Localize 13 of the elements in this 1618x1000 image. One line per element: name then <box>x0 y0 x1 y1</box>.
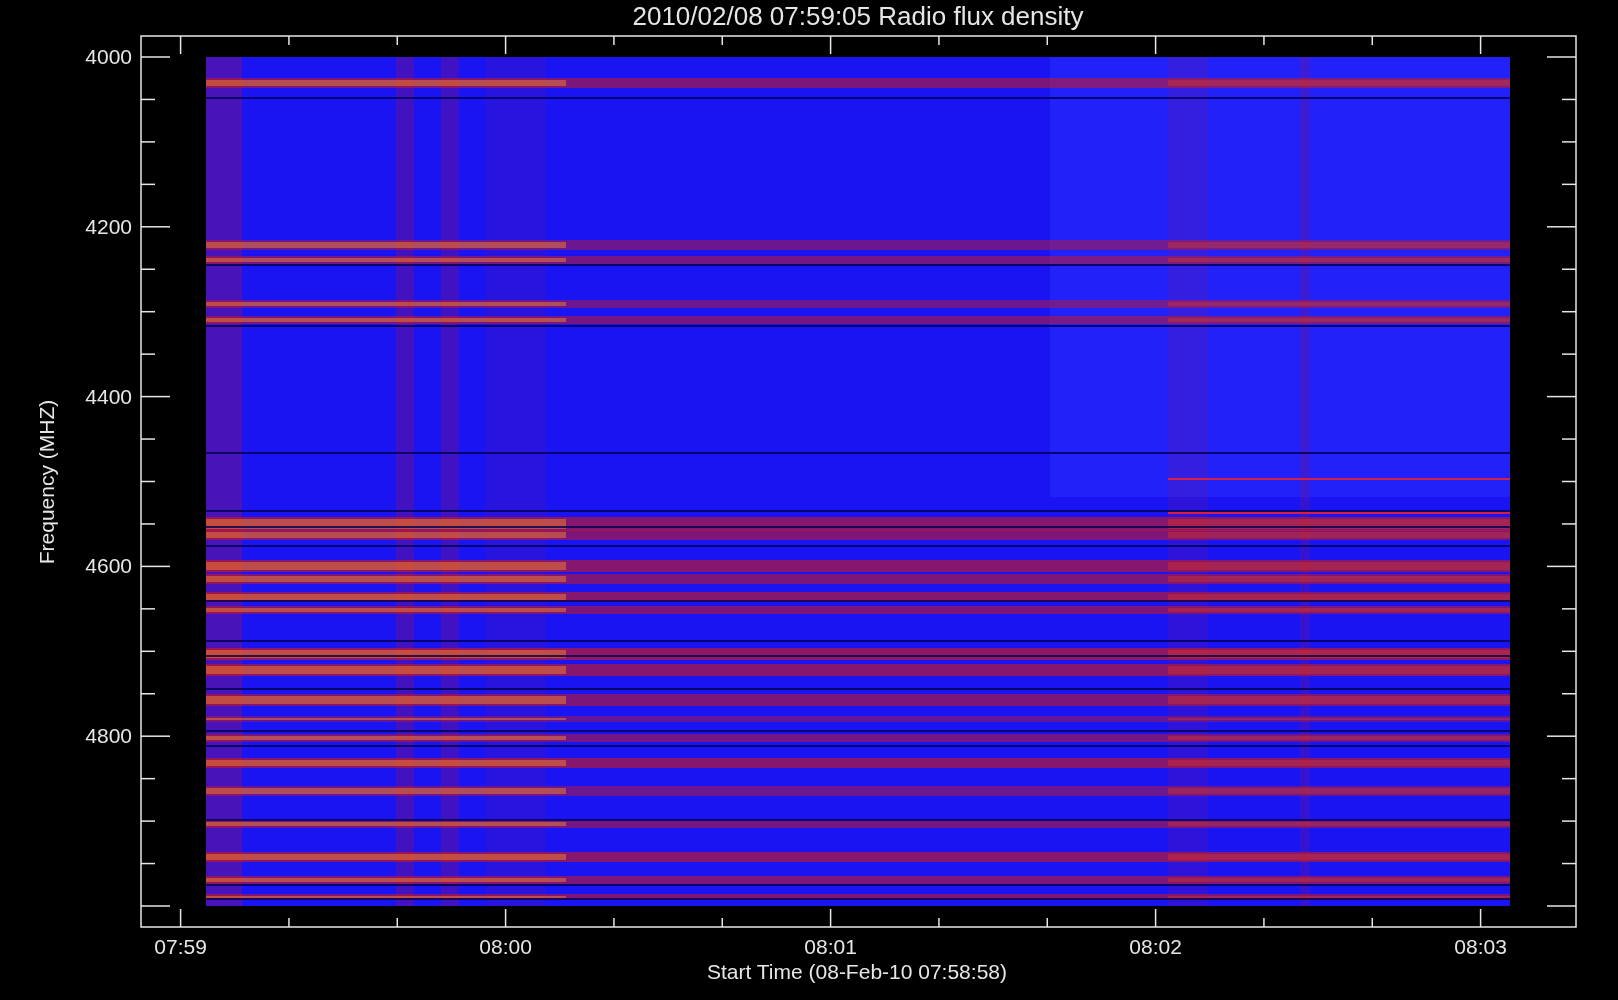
x-tick-label: 07:59 <box>154 935 207 958</box>
chart-title: 2010/02/08 07:59:05 Radio flux density <box>632 1 1084 31</box>
x-axis-label: Start Time (08-Feb-10 07:58:58) <box>707 960 1007 983</box>
y-axis-label: Frequency (MHZ) <box>35 399 58 565</box>
y-tick-label: 4800 <box>85 724 132 748</box>
x-tick-label: 08:02 <box>1129 935 1182 958</box>
y-tick-label: 4600 <box>85 554 132 578</box>
y-tick-label: 4000 <box>85 45 132 68</box>
y-tick-label: 4400 <box>85 384 132 408</box>
x-tick-label: 08:00 <box>479 935 532 958</box>
x-tick-label: 08:01 <box>804 935 857 958</box>
x-tick-label: 08:03 <box>1454 935 1507 958</box>
y-tick-label: 4200 <box>85 214 132 238</box>
